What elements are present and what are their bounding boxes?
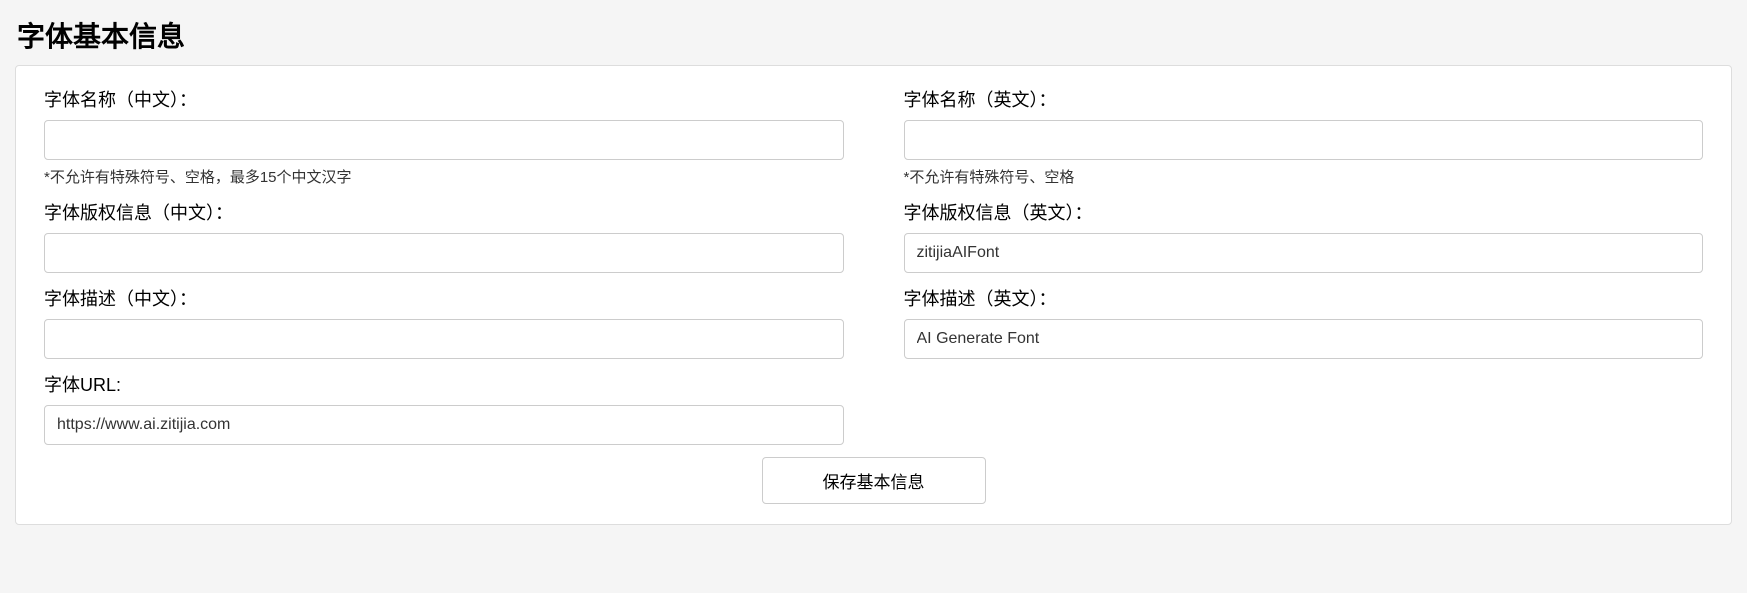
input-name-cn[interactable] — [44, 120, 844, 160]
form-row-description: 字体描述（中文）： 字体描述（英文）： — [44, 285, 1703, 359]
form-group-copyright-en: 字体版权信息（英文）： — [904, 199, 1704, 273]
button-row: 保存基本信息 — [44, 457, 1703, 504]
input-desc-cn[interactable] — [44, 319, 844, 359]
form-group-name-cn: 字体名称（中文）： *不允许有特殊符号、空格，最多15个中文汉字 — [44, 86, 844, 187]
form-group-copyright-cn: 字体版权信息（中文）： — [44, 199, 844, 273]
form-group-desc-cn: 字体描述（中文）： — [44, 285, 844, 359]
input-name-en[interactable] — [904, 120, 1704, 160]
input-copyright-cn[interactable] — [44, 233, 844, 273]
label-desc-cn: 字体描述（中文）： — [44, 285, 844, 311]
hint-name-en: *不允许有特殊符号、空格 — [904, 166, 1704, 187]
input-copyright-en[interactable] — [904, 233, 1704, 273]
label-name-en: 字体名称（英文）： — [904, 86, 1704, 112]
form-row-url: 字体URL: — [44, 371, 1703, 445]
input-url[interactable] — [44, 405, 844, 445]
label-copyright-cn: 字体版权信息（中文）： — [44, 199, 844, 225]
page-title: 字体基本信息 — [17, 15, 1732, 55]
font-info-form: 字体名称（中文）： *不允许有特殊符号、空格，最多15个中文汉字 字体名称（英文… — [15, 65, 1732, 525]
form-group-url: 字体URL: — [44, 371, 844, 445]
hint-name-cn: *不允许有特殊符号、空格，最多15个中文汉字 — [44, 166, 844, 187]
label-copyright-en: 字体版权信息（英文）： — [904, 199, 1704, 225]
form-row-copyright: 字体版权信息（中文）： 字体版权信息（英文）： — [44, 199, 1703, 273]
label-name-cn: 字体名称（中文）： — [44, 86, 844, 112]
input-desc-en[interactable] — [904, 319, 1704, 359]
form-group-name-en: 字体名称（英文）： *不允许有特殊符号、空格 — [904, 86, 1704, 187]
label-url: 字体URL: — [44, 371, 844, 397]
save-button[interactable]: 保存基本信息 — [762, 457, 986, 504]
form-group-desc-en: 字体描述（英文）： — [904, 285, 1704, 359]
form-row-name: 字体名称（中文）： *不允许有特殊符号、空格，最多15个中文汉字 字体名称（英文… — [44, 86, 1703, 187]
label-desc-en: 字体描述（英文）： — [904, 285, 1704, 311]
